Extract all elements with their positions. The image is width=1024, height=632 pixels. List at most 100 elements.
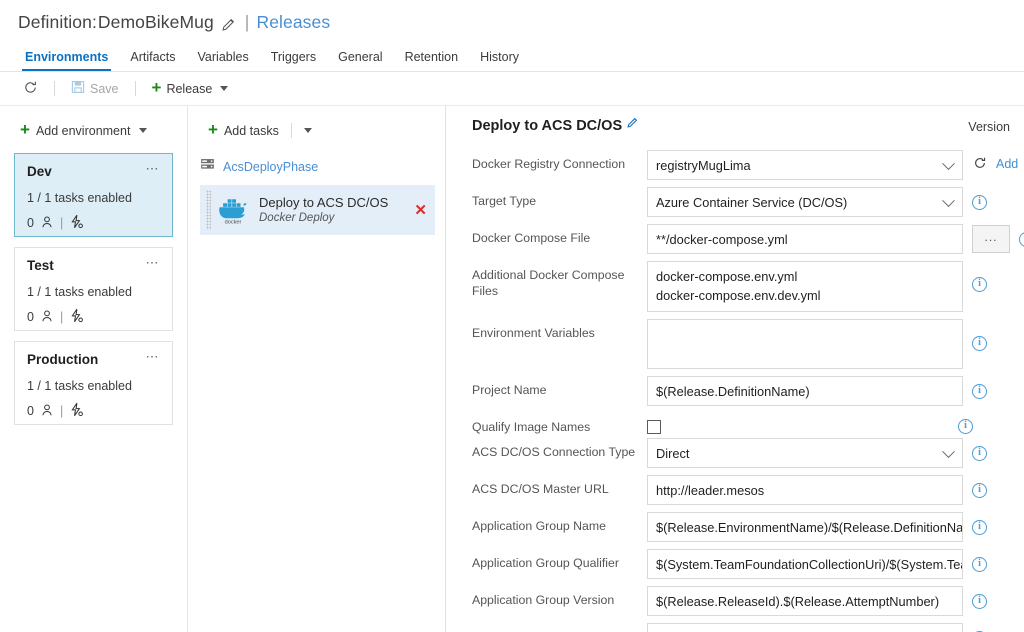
ellipsis-icon[interactable]: ⋯ xyxy=(146,256,161,269)
pre-deployment-conditions-icon[interactable] xyxy=(69,214,84,232)
environment-card-test[interactable]: Test ⋯ 1 / 1 tasks enabled 0 | xyxy=(14,247,173,331)
drag-handle[interactable] xyxy=(206,190,211,230)
plus-icon: + xyxy=(20,120,30,139)
tab-bar: Environments Artifacts Variables Trigger… xyxy=(0,44,1024,72)
add-tasks-button[interactable]: + Add tasks xyxy=(188,118,445,139)
additional-docker-compose-files-textarea[interactable]: docker-compose.env.yml docker-compose.en… xyxy=(647,261,963,313)
field-docker-compose-file: Docker Compose File **/docker-compose.ym… xyxy=(472,224,1024,254)
add-tasks-divider xyxy=(290,123,292,138)
info-icon[interactable]: i xyxy=(972,483,987,499)
refresh-button[interactable] xyxy=(16,77,45,101)
info-icon[interactable]: i xyxy=(972,594,987,610)
add-connection-link[interactable]: Add xyxy=(996,157,1018,171)
meta-divider: | xyxy=(59,404,64,418)
chevron-down-icon[interactable] xyxy=(220,86,229,91)
field-value: $(Release.DefinitionName) xyxy=(656,383,810,399)
field-label: ACS DC/OS Master URL xyxy=(472,482,609,497)
tab-environments[interactable]: Environments xyxy=(14,50,119,71)
pre-deployment-conditions-icon[interactable] xyxy=(69,308,84,326)
environment-name: Dev xyxy=(27,164,52,179)
info-icon[interactable]: i xyxy=(972,195,987,210)
application-group-qualifier-input[interactable]: $(System.TeamFoundationCollectionUri)/$(… xyxy=(647,549,963,580)
chevron-down-icon[interactable] xyxy=(942,194,955,208)
chevron-down-icon[interactable] xyxy=(942,445,955,459)
releases-link[interactable]: Releases xyxy=(256,12,330,33)
environment-tasks-status: 1 / 1 tasks enabled xyxy=(27,285,132,299)
person-icon[interactable] xyxy=(40,403,54,420)
field-project-name: Project Name $(Release.DefinitionName) i xyxy=(472,376,1024,407)
save-button[interactable]: Save xyxy=(64,77,126,100)
field-label: Qualify Image Names xyxy=(472,420,591,435)
target-type-select[interactable]: Azure Container Service (DC/OS) xyxy=(647,187,963,217)
field-application-group-qualifier: Application Group Qualifier $(System.Tea… xyxy=(472,549,1024,580)
field-label: Application Group Version xyxy=(472,593,615,608)
add-environment-label: Add environment xyxy=(35,123,131,138)
person-icon[interactable] xyxy=(40,309,54,326)
chevron-down-icon[interactable] xyxy=(139,128,148,133)
tab-artifacts[interactable]: Artifacts xyxy=(119,50,186,71)
info-icon[interactable]: i xyxy=(972,277,987,292)
person-icon[interactable] xyxy=(40,215,54,232)
project-name-input[interactable]: $(Release.DefinitionName) xyxy=(647,376,963,407)
chevron-down-icon[interactable] xyxy=(303,128,312,133)
field-application-group-name: Application Group Name $(Release.Environ… xyxy=(472,512,1024,543)
task-title: Deploy to ACS DC/OS xyxy=(259,195,389,211)
chevron-down-icon[interactable] xyxy=(942,157,955,171)
info-icon[interactable]: i xyxy=(958,419,973,435)
acs-connection-type-select[interactable]: Direct xyxy=(647,438,963,469)
field-application-group-version: Application Group Version $(Release.Rele… xyxy=(472,586,1024,617)
ellipsis-icon[interactable]: ⋯ xyxy=(146,350,161,363)
info-icon[interactable]: i xyxy=(972,384,987,400)
field-additional-docker-compose-files: Additional Docker Compose Files docker-c… xyxy=(472,261,1024,313)
tab-triggers[interactable]: Triggers xyxy=(260,50,327,71)
browse-button[interactable]: ... xyxy=(972,225,1010,253)
docker-registry-connection-select[interactable]: registryMugLima xyxy=(647,150,963,180)
pre-deployment-conditions-icon[interactable] xyxy=(69,402,84,420)
refresh-icon xyxy=(23,80,38,98)
info-icon[interactable]: i xyxy=(972,520,987,536)
application-group-name-input[interactable]: $(Release.EnvironmentName)/$(Release.Def… xyxy=(647,512,963,543)
version-label: Version xyxy=(968,120,1010,134)
field-label: ACS DC/OS Connection Type xyxy=(472,445,636,460)
refresh-icon[interactable] xyxy=(972,156,987,173)
save-disk-icon xyxy=(71,80,85,97)
add-tasks-label: Add tasks xyxy=(223,123,279,138)
main-content: + Add environment Dev ⋯ 1 / 1 tasks enab… xyxy=(0,106,1024,632)
checkbox-wrap xyxy=(647,413,949,435)
pencil-icon[interactable] xyxy=(221,16,236,31)
pencil-icon[interactable] xyxy=(626,116,641,131)
tab-general[interactable]: General xyxy=(327,50,393,71)
phase-name[interactable]: AcsDeployPhase xyxy=(223,160,318,174)
field-value: $(System.TeamFoundationCollectionUri)/$(… xyxy=(656,556,963,572)
environment-variables-textarea[interactable] xyxy=(647,319,963,370)
environment-card-production[interactable]: Production ⋯ 1 / 1 tasks enabled 0 | xyxy=(14,341,173,425)
field-minimum-health-capacity: Minimum Health Capacity 100 i xyxy=(472,623,1024,632)
info-icon[interactable]: i xyxy=(972,557,987,573)
tab-retention[interactable]: Retention xyxy=(394,50,470,71)
qualify-image-names-checkbox[interactable] xyxy=(647,420,661,435)
environment-card-header: Dev ⋯ xyxy=(27,162,161,179)
minimum-health-capacity-input[interactable]: 100 xyxy=(647,623,963,632)
field-target-type: Target Type Azure Container Service (DC/… xyxy=(472,187,1024,217)
environment-card-dev[interactable]: Dev ⋯ 1 / 1 tasks enabled 0 | xyxy=(14,153,173,237)
phase-row[interactable]: AcsDeployPhase xyxy=(188,157,445,177)
info-icon[interactable]: i xyxy=(1019,232,1024,247)
acs-master-url-input[interactable]: http://leader.mesos xyxy=(647,475,963,506)
release-button[interactable]: + Release xyxy=(145,77,236,100)
tasks-panel: + Add tasks AcsDeployPhase docker Deploy… xyxy=(188,106,446,632)
tab-history[interactable]: History xyxy=(469,50,530,71)
environment-meta-row: 0 | xyxy=(27,402,160,420)
environment-tasks-status: 1 / 1 tasks enabled xyxy=(27,191,132,205)
task-details-panel: Deploy to ACS DC/OS Version Docker Regis… xyxy=(446,106,1024,632)
info-icon[interactable]: i xyxy=(972,336,987,352)
tab-variables[interactable]: Variables xyxy=(187,50,260,71)
close-x-icon[interactable]: ✕ xyxy=(410,201,427,219)
add-environment-button[interactable]: + Add environment xyxy=(0,118,187,139)
ellipsis-icon[interactable]: ⋯ xyxy=(146,162,161,175)
application-group-version-input[interactable]: $(Release.ReleaseId).$(Release.AttemptNu… xyxy=(647,586,963,617)
info-icon[interactable]: i xyxy=(972,446,987,462)
environment-card-header: Production ⋯ xyxy=(27,350,161,367)
docker-compose-file-input[interactable]: **/docker-compose.yml xyxy=(647,224,963,254)
task-row[interactable]: docker Deploy to ACS DC/OS Docker Deploy… xyxy=(200,185,435,235)
definition-name: DemoBikeMug xyxy=(97,12,214,32)
